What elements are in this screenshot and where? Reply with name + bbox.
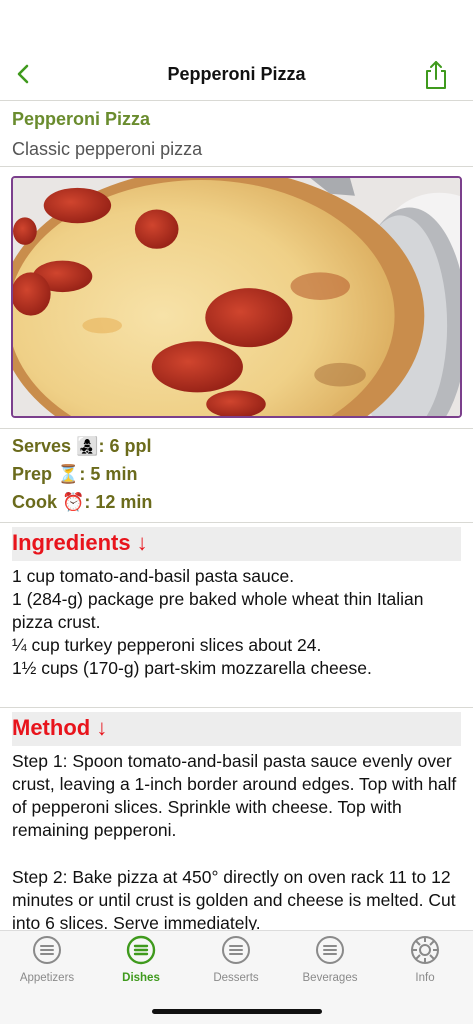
tab-label: Beverages xyxy=(302,972,358,984)
serves-info: Serves 👩‍👧‍👦: 6 ppl xyxy=(12,436,152,456)
ingredients-heading: Ingredients ↓ xyxy=(12,530,148,555)
method-heading: Method ↓ xyxy=(12,715,108,740)
navigation-bar: Pepperoni Pizza xyxy=(0,48,473,100)
divider xyxy=(0,428,473,429)
dish-name: Pepperoni Pizza xyxy=(12,109,151,129)
divider xyxy=(0,522,473,523)
method-step-1: Step 1: Spoon tomato-and-basil pasta sau… xyxy=(12,751,457,840)
method-step-2: Step 2: Bake pizza at 450° directly on o… xyxy=(12,867,456,930)
tab-label: Dishes xyxy=(122,972,160,984)
tab-dishes[interactable]: Dishes xyxy=(94,935,188,991)
prep-time: Prep ⏳: 5 min xyxy=(12,464,138,484)
ingredients-header[interactable]: Ingredients ↓ xyxy=(12,527,461,561)
tab-label: Desserts xyxy=(213,972,259,984)
page-title: Pepperoni Pizza xyxy=(167,64,306,84)
list-icon xyxy=(33,936,61,964)
home-indicator[interactable] xyxy=(152,1009,322,1014)
tab-appetizers[interactable]: Appetizers xyxy=(0,935,94,991)
list-icon xyxy=(316,936,344,964)
gear-icon xyxy=(411,936,439,964)
tab-beverages[interactable]: Beverages xyxy=(283,935,377,991)
tab-info[interactable]: Info xyxy=(378,935,472,991)
list-icon xyxy=(222,936,250,964)
dish-description: Classic pepperoni pizza xyxy=(12,139,203,159)
divider xyxy=(0,707,473,708)
ingredients-list: 1 cup tomato-and-basil pasta sauce. 1 (2… xyxy=(12,566,424,678)
cook-time: Cook ⏰: 12 min xyxy=(12,492,153,512)
tab-desserts[interactable]: Desserts xyxy=(189,935,283,991)
list-icon xyxy=(126,935,156,965)
divider xyxy=(0,166,473,167)
tab-label: Info xyxy=(415,972,435,984)
share-icon xyxy=(426,61,446,89)
method-header[interactable]: Method ↓ xyxy=(12,712,461,746)
divider xyxy=(0,100,473,101)
share-button[interactable] xyxy=(423,60,449,90)
tab-label: Appetizers xyxy=(19,972,75,984)
dish-photo xyxy=(11,176,462,418)
